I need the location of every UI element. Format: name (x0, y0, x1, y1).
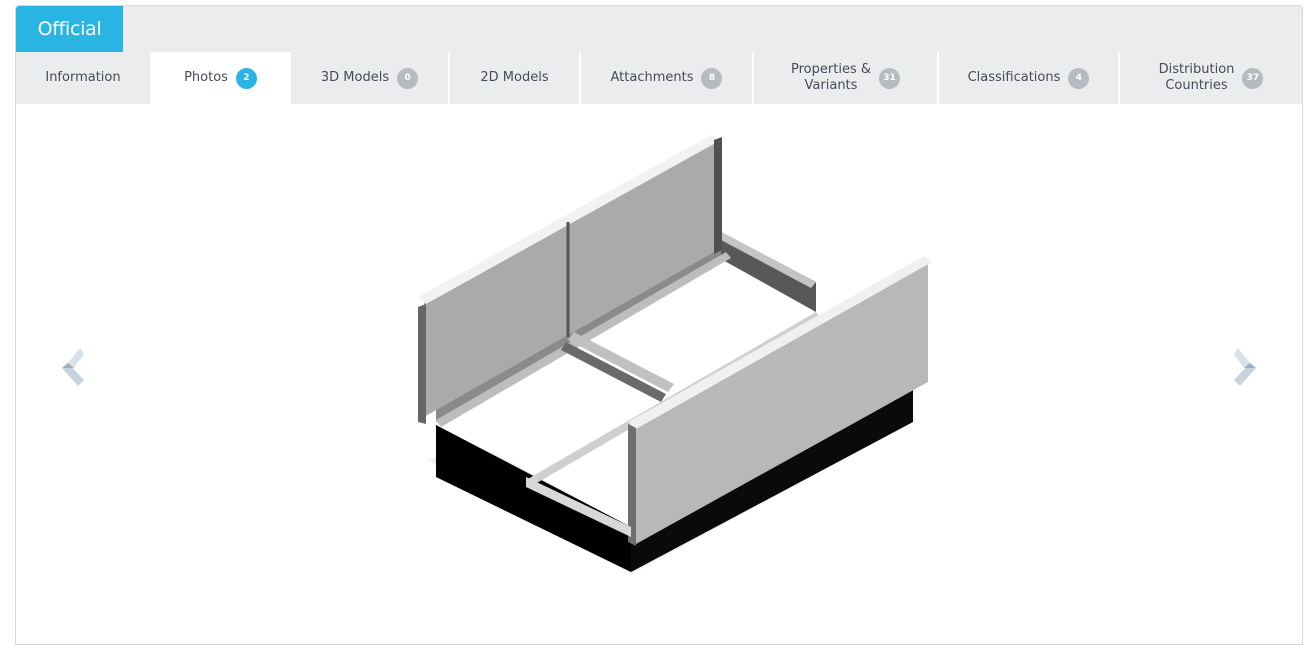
tab-classifications[interactable]: Classifications 4 (939, 52, 1120, 104)
tab-label-line2: Countries (1165, 78, 1228, 93)
count-badge: 4 (1068, 67, 1090, 89)
tab-label: Classifications (967, 70, 1061, 85)
count-badge: 2 (235, 67, 257, 89)
count-badge: 31 (878, 67, 900, 89)
tab-label: Information (45, 70, 121, 85)
tab-label: Properties & Variants (791, 62, 871, 94)
count-badge: 8 (701, 67, 723, 89)
previous-photo-button[interactable] (54, 342, 94, 392)
tab-label-line1: Distribution (1158, 62, 1235, 77)
count-badge: 37 (1242, 67, 1264, 89)
tab-label: 3D Models (320, 70, 390, 85)
tab-label: 2D Models (480, 70, 549, 85)
product-panel: Official Information Photos 2 3D Models … (15, 5, 1303, 645)
photo-gallery (16, 104, 1302, 644)
tab-label: Photos (184, 70, 228, 85)
tab-label: Attachments (610, 70, 694, 85)
tab-photos[interactable]: Photos 2 (152, 52, 291, 104)
tab-information[interactable]: Information (16, 52, 152, 104)
tab-properties-variants[interactable]: Properties & Variants 31 (754, 52, 939, 104)
trough-render (418, 135, 932, 574)
top-bar: Official (16, 6, 1302, 53)
tab-bar: Information Photos 2 3D Models 0 2D Mode… (16, 52, 1302, 104)
tab-distribution-countries[interactable]: Distribution Countries 37 (1120, 52, 1302, 104)
tab-attachments[interactable]: Attachments 8 (581, 52, 754, 104)
chevron-right-icon (1234, 348, 1256, 386)
tab-2d-models[interactable]: 2D Models (450, 52, 581, 104)
count-badge: 0 (397, 67, 419, 89)
product-photo (396, 132, 956, 596)
tab-label: Distribution Countries (1159, 62, 1235, 94)
next-photo-button[interactable] (1224, 342, 1264, 392)
tab-label-line2: Variants (804, 78, 858, 93)
tab-label-line1: Properties & (791, 62, 871, 77)
chevron-left-icon (62, 348, 84, 386)
tab-3d-models[interactable]: 3D Models 0 (291, 52, 450, 104)
official-tab[interactable]: Official (16, 6, 123, 52)
